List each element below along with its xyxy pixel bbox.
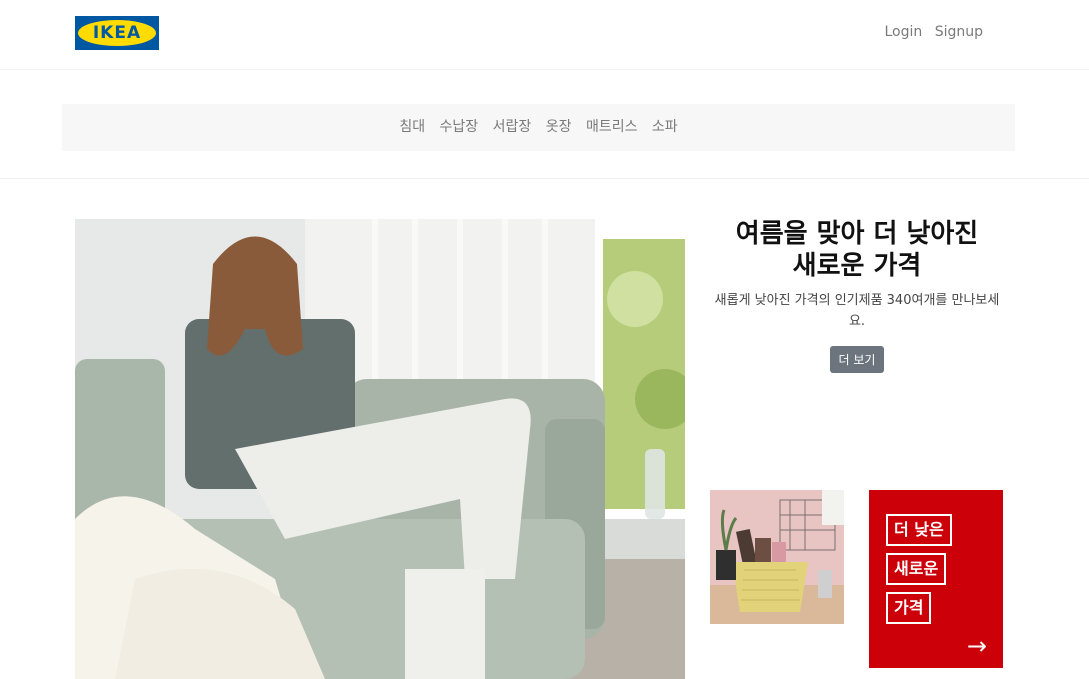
promo-title: 여름을 맞아 더 낮아진 새로운 가격 — [708, 218, 1006, 282]
auth-links: Login Signup — [876, 24, 983, 40]
category-nav: 침대 수납장 서랍장 옷장 매트리스 소파 — [62, 104, 1015, 151]
login-link[interactable]: Login — [884, 24, 922, 40]
arrow-right-icon[interactable]: → — [967, 632, 987, 660]
more-button[interactable]: 더 보기 — [829, 346, 885, 373]
lower-price-card[interactable]: 더 낮은 새로운 가격 → — [869, 490, 1003, 668]
category-bed[interactable]: 침대 — [399, 119, 425, 135]
lower-price-tag: 더 낮은 — [886, 514, 952, 546]
hero-image — [75, 219, 685, 679]
section-divider — [0, 178, 1089, 179]
promo-subtitle: 새롭게 낮아진 가격의 인기제품 340여개를 만나보세요. — [714, 293, 1000, 329]
ikea-logo[interactable]: IKEA — [75, 16, 159, 50]
logo-text: IKEA — [92, 23, 142, 43]
promo-block: 여름을 맞아 더 낮아진 새로운 가격 새롭게 낮아진 가격의 인기제품 340… — [708, 218, 1006, 373]
storage-basket-thumbnail[interactable] — [710, 490, 844, 624]
category-storage-cabinet[interactable]: 수납장 — [440, 119, 479, 135]
promo-title-line2: 새로운 가격 — [792, 251, 922, 281]
site-header: IKEA Login Signup — [0, 0, 1089, 70]
category-drawer[interactable]: 서랍장 — [493, 119, 532, 135]
signup-link[interactable]: Signup — [935, 24, 983, 40]
promo-title-line1: 여름을 맞아 더 낮아진 — [735, 219, 979, 249]
price-tag: 가격 — [886, 592, 932, 624]
category-mattress[interactable]: 매트리스 — [586, 119, 638, 135]
basket-photo-illustration — [710, 490, 844, 624]
new-price-tag: 새로운 — [886, 553, 947, 585]
category-wardrobe[interactable]: 옷장 — [546, 119, 572, 135]
hero-photo-illustration — [75, 219, 685, 679]
category-sofa[interactable]: 소파 — [652, 119, 678, 135]
